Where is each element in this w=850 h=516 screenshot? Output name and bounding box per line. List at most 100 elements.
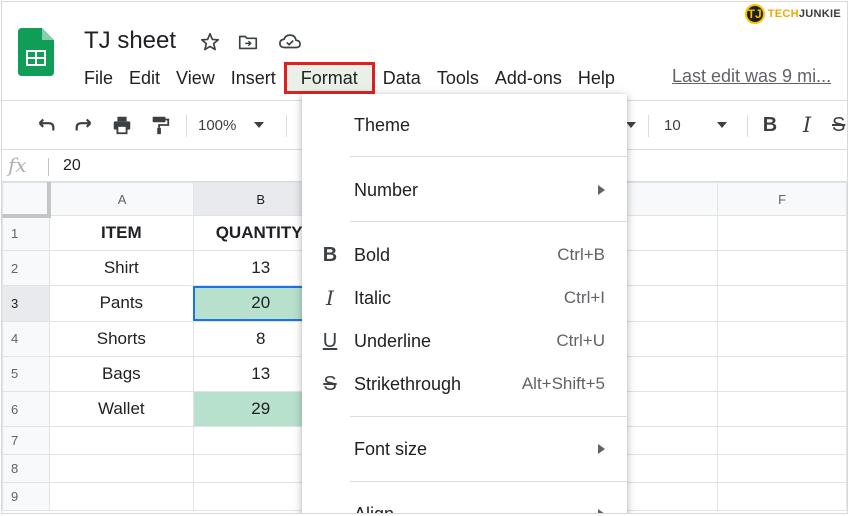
redo-icon[interactable] [70, 111, 98, 139]
cloud-saved-icon[interactable] [278, 30, 302, 54]
undo-icon[interactable] [32, 111, 60, 139]
cell[interactable] [48, 454, 194, 484]
menu-file[interactable]: File [84, 65, 121, 91]
star-icon[interactable] [198, 30, 222, 54]
cell[interactable] [717, 390, 847, 428]
zoom-select[interactable]: 100% [198, 111, 278, 139]
chevron-down-icon [254, 122, 265, 128]
italic-icon[interactable]: I [794, 111, 820, 139]
menu-item-align[interactable]: Align [302, 494, 627, 514]
row-header[interactable]: 6 [2, 390, 50, 428]
cell[interactable] [717, 214, 847, 252]
menu-add-ons[interactable]: Add-ons [487, 65, 570, 91]
cell[interactable] [48, 426, 194, 456]
cell[interactable] [717, 426, 847, 456]
print-icon[interactable] [108, 111, 136, 139]
row-header[interactable]: 9 [2, 482, 50, 512]
menu-item-font-size[interactable]: Font size [302, 429, 627, 469]
app-window: TJ TECHJUNKIE TJ sheet File Edit View In… [1, 1, 848, 514]
paint-format-icon[interactable] [146, 111, 174, 139]
watermark-logo-letter: TJ [747, 7, 762, 21]
menu-item-label: Underline [354, 330, 432, 351]
bold-icon[interactable]: B [757, 111, 783, 139]
row-header[interactable]: 8 [2, 454, 50, 484]
watermark-text-tech: TECH [767, 8, 799, 20]
row-header[interactable]: 1 [2, 214, 50, 252]
row-header[interactable]: 2 [2, 250, 50, 287]
menu-item-label: Bold [354, 244, 391, 265]
cell[interactable] [717, 355, 847, 392]
row-header[interactable]: 7 [2, 426, 50, 456]
menu-edit[interactable]: Edit [121, 65, 168, 91]
document-title[interactable]: TJ sheet [84, 27, 176, 55]
menu-separator [350, 416, 627, 417]
font-size-select[interactable]: 10 [664, 111, 738, 139]
menu-item-theme[interactable]: Theme [302, 105, 627, 145]
italic-icon: I [326, 286, 334, 310]
format-menu-dropdown: Theme Number B Bold Ctrl+B I Italic Ctrl… [302, 94, 627, 514]
cell[interactable] [717, 285, 847, 322]
row-header[interactable]: 5 [2, 355, 50, 392]
watermark-text: TECHJUNKIE [768, 8, 841, 20]
menu-item-label: Strikethrough [354, 373, 462, 394]
strikethrough-icon: S [323, 372, 337, 395]
cell[interactable] [717, 482, 847, 512]
strikethrough-icon[interactable]: S [832, 111, 847, 139]
toolbar-separator [286, 115, 287, 137]
cell[interactable] [48, 482, 194, 512]
menu-item-shortcut: Ctrl+U [556, 331, 605, 350]
menu-format[interactable]: Format [283, 62, 375, 94]
underline-icon: U [322, 329, 338, 352]
menu-item-label: Align [354, 503, 395, 514]
menu-separator [350, 156, 627, 157]
bold-icon: B [322, 243, 338, 266]
menu-insert[interactable]: Insert [223, 65, 284, 91]
menu-item-strikethrough[interactable]: S Strikethrough Alt+Shift+5 [302, 364, 627, 404]
menu-tools[interactable]: Tools [429, 65, 487, 91]
menu-item-bold[interactable]: B Bold Ctrl+B [302, 235, 627, 275]
formula-separator [48, 158, 49, 176]
zoom-value: 100% [198, 116, 237, 134]
fx-label: fx [8, 153, 27, 177]
cell-a1[interactable]: ITEM [48, 214, 194, 252]
toolbar-separator [747, 115, 748, 137]
chevron-down-icon [716, 122, 727, 128]
menu-item-number[interactable]: Number [302, 170, 627, 210]
cell[interactable] [717, 454, 847, 484]
cell[interactable] [717, 320, 847, 357]
techjunkie-watermark: TJ TECHJUNKIE [744, 4, 841, 24]
cell-a2[interactable]: Shirt [48, 250, 194, 287]
menu-item-label: Number [354, 179, 419, 200]
menu-item-shortcut: Ctrl+B [557, 245, 605, 264]
menu-data[interactable]: Data [375, 65, 429, 91]
menu-item-underline[interactable]: U Underline Ctrl+U [302, 321, 627, 361]
column-header-f[interactable]: F [717, 182, 847, 216]
cell[interactable] [717, 250, 847, 287]
cell-a4[interactable]: Shorts [48, 320, 194, 357]
submenu-arrow-icon [598, 185, 605, 195]
move-to-folder-icon[interactable] [236, 30, 260, 54]
menu-separator [350, 221, 627, 222]
cell-a6[interactable]: Wallet [48, 390, 194, 428]
cell-a5[interactable]: Bags [48, 355, 194, 392]
cell-a3[interactable]: Pants [48, 285, 194, 322]
menu-help[interactable]: Help [570, 65, 623, 91]
submenu-arrow-icon [598, 509, 605, 513]
chevron-down-icon [626, 122, 636, 128]
menu-view[interactable]: View [168, 65, 223, 91]
menu-item-italic[interactable]: I Italic Ctrl+I [302, 278, 627, 318]
google-sheets-icon[interactable] [18, 28, 54, 76]
menu-item-label: Theme [354, 114, 411, 135]
formula-input[interactable]: 20 [63, 157, 81, 175]
watermark-text-junkie: JUNKIE [798, 8, 841, 20]
font-size-value: 10 [664, 116, 681, 134]
menu-bar: File Edit View Insert Format Data Tools … [84, 62, 623, 94]
row-header[interactable]: 3 [2, 285, 50, 322]
last-edit-link[interactable]: Last edit was 9 mi... [672, 66, 831, 87]
column-header-a[interactable]: A [48, 182, 194, 216]
menu-item-shortcut: Ctrl+I [563, 288, 605, 307]
row-header[interactable]: 4 [2, 320, 50, 357]
toolbar-separator [186, 115, 187, 137]
select-all-corner[interactable] [2, 182, 52, 218]
menu-item-label: Italic [354, 287, 392, 308]
